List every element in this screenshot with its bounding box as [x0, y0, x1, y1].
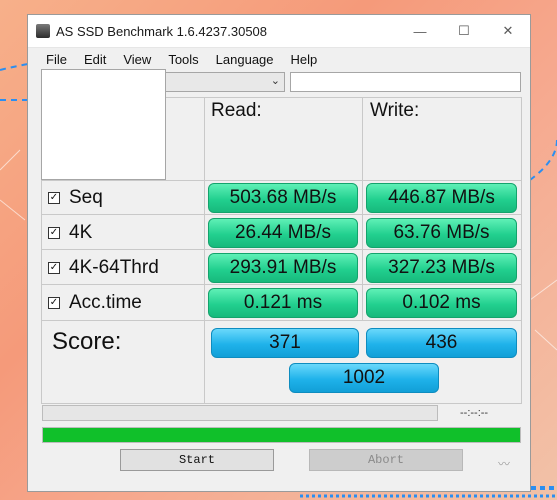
score-read-value: 371 [211, 328, 359, 358]
read-header: Read: [211, 100, 262, 121]
menu-help[interactable]: Help [285, 50, 327, 69]
row-label: 4K [69, 222, 93, 243]
row-seq-toggle[interactable]: ✓ Seq [48, 187, 103, 209]
abort-button[interactable]: Abort [309, 449, 463, 471]
overall-progress-fill [43, 428, 520, 442]
4k64-write-value: 327.23 MB/s [366, 253, 517, 283]
test-progress-bar [42, 405, 438, 421]
4k-read-value: 26.44 MB/s [208, 218, 358, 248]
window-title: AS SSD Benchmark 1.6.4237.30508 [56, 23, 268, 39]
4k64-read-value: 293.91 MB/s [208, 253, 358, 283]
close-button[interactable]: ✕ [486, 15, 530, 47]
seq-write-value: 446.87 MB/s [366, 183, 517, 213]
row-acctime-toggle[interactable]: ✓ Acc.time [48, 292, 142, 314]
menu-edit[interactable]: Edit [78, 50, 115, 69]
overall-progress-bar [42, 427, 521, 443]
checkbox-icon[interactable]: ✓ [48, 192, 60, 204]
row-label: Acc.time [69, 292, 142, 313]
4k-write-value: 63.76 MB/s [366, 218, 517, 248]
score-label: Score: [52, 328, 122, 355]
path-field[interactable] [290, 72, 521, 92]
checkbox-icon[interactable]: ✓ [48, 262, 60, 274]
checkbox-icon[interactable]: ✓ [48, 227, 60, 239]
menu-view[interactable]: View [117, 50, 160, 69]
chevron-down-icon: ⌄ [270, 75, 280, 87]
row-4k64-toggle[interactable]: ✓ 4K-64Thrd [48, 257, 159, 279]
minimize-button[interactable]: — [398, 15, 442, 47]
menu-file[interactable]: File [40, 50, 76, 69]
seq-read-value: 503.68 MB/s [208, 183, 358, 213]
app-window: AS SSD Benchmark 1.6.4237.30508 — ☐ ✕ Fi… [27, 14, 531, 492]
row-4k-toggle[interactable]: ✓ 4K [48, 222, 92, 244]
start-button[interactable]: Start [120, 449, 274, 471]
title-bar: AS SSD Benchmark 1.6.4237.30508 — ☐ ✕ [28, 15, 530, 48]
menu-tools[interactable]: Tools [162, 50, 207, 69]
maximize-button[interactable]: ☐ [442, 15, 486, 47]
drive-info-panel [41, 69, 166, 180]
score-write-value: 436 [366, 328, 517, 358]
menu-bar: File Edit View Tools Language Help [28, 48, 530, 70]
row-label: 4K-64Thrd [69, 257, 159, 278]
acctime-write-value: 0.102 ms [366, 288, 517, 318]
score-total-value: 1002 [289, 363, 439, 393]
menu-language[interactable]: Language [210, 50, 283, 69]
app-icon [36, 24, 50, 38]
resize-grip-icon[interactable]: 〰 [498, 455, 510, 472]
window-controls: — ☐ ✕ [398, 15, 530, 47]
row-label: Seq [69, 187, 103, 208]
acctime-read-value: 0.121 ms [208, 288, 358, 318]
write-header: Write: [370, 100, 420, 121]
elapsed-time: --:--:-- [460, 407, 489, 419]
checkbox-icon[interactable]: ✓ [48, 297, 60, 309]
